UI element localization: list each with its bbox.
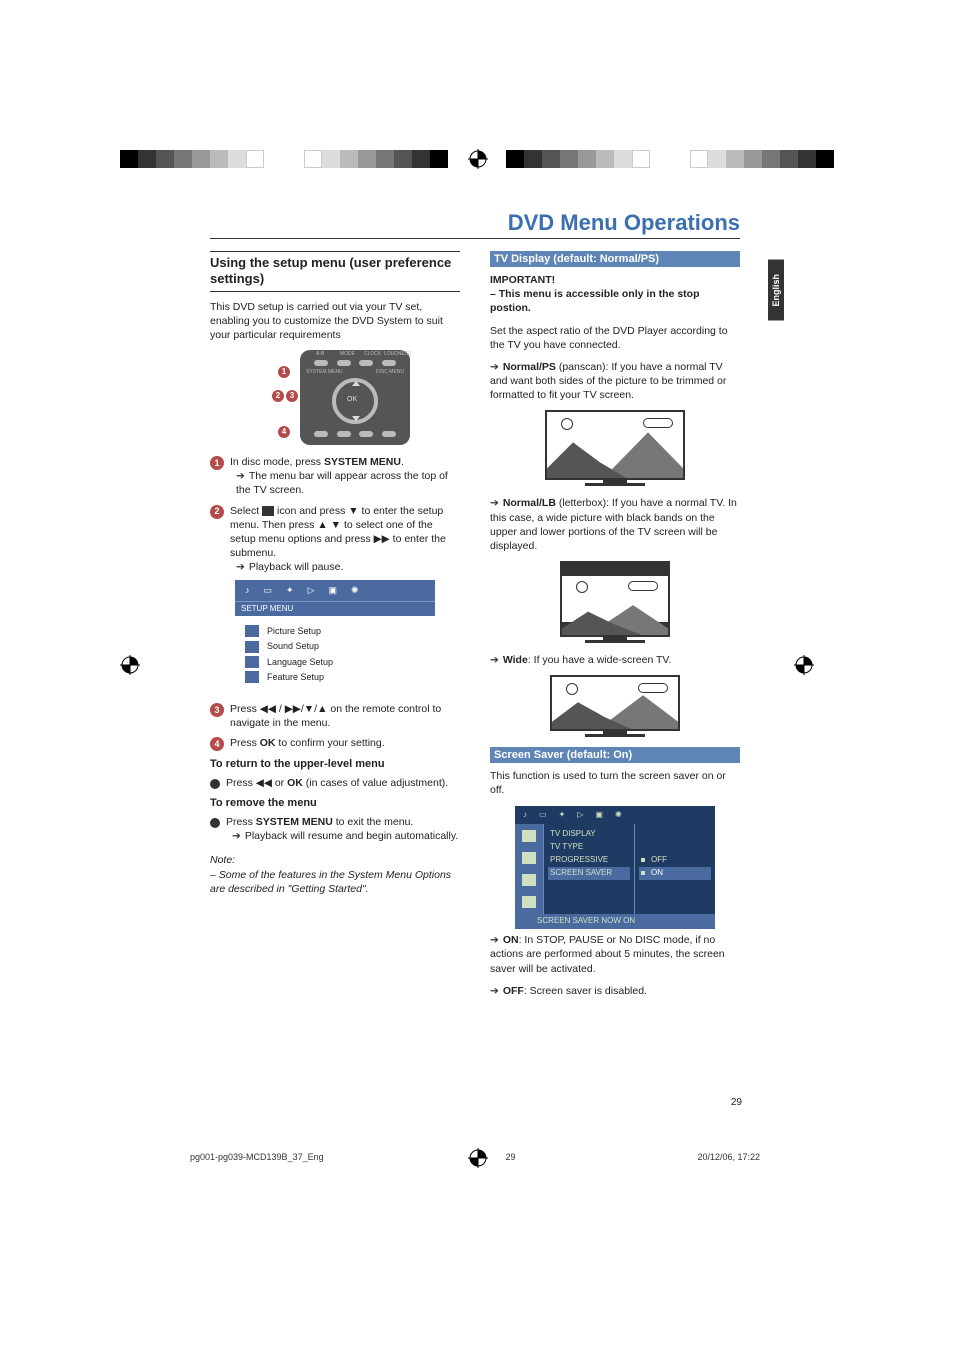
gear-icon: ✺ [351,584,359,596]
registration-mark-icon [794,655,814,675]
return-step: Press ◀◀ or OK (in cases of value adjust… [210,776,460,790]
cc-icon: ▣ [328,584,337,596]
picture-icon [245,625,259,637]
ss-intro: This function is used to turn the screen… [490,769,740,797]
tv-figure-panscan [545,410,685,486]
setup-inline-icon [262,506,274,516]
play-icon: ▷ [577,810,583,821]
important-label: IMPORTANT! [490,274,555,286]
tv-figure-letterbox [560,561,670,643]
footer: pg001-pg039-MCD139B_37_Eng 29 20/12/06, … [190,1152,760,1162]
registration-mark-icon [120,655,140,675]
intro-text: This DVD setup is carried out via your T… [210,300,460,343]
aspect-intro: Set the aspect ratio of the DVD Player a… [490,324,740,352]
cc-icon: ▣ [595,810,603,821]
tv-display-heading: TV Display (default: Normal/PS) [490,251,740,267]
gear-icon: ✺ [615,810,622,821]
note-label: Note: [210,853,460,867]
language-tab: English [768,260,784,321]
remove-heading: To remove the menu [210,796,460,811]
wide-text: Wide: If you have a wide-screen TV. [490,653,740,667]
eq-icon: ♪ [523,810,527,821]
language-icon [245,656,259,668]
feature-icon [245,671,259,683]
osd-figure: ♪ ▭ ✦ ▷ ▣ ✺ TV DISPLAY TV TYPE PROGRESSI… [515,806,715,930]
screen-icon: ▭ [264,584,273,596]
remove-step: Press SYSTEM MENU to exit the menu. Play… [210,815,460,843]
screen-icon: ▭ [539,810,547,821]
step-2: 2 Select icon and press ▼ to enter the s… [210,504,460,575]
play-icon: ▷ [308,584,315,596]
ss-off-text: OFF: Screen saver is disabled. [490,984,740,998]
step-3: 3 Press ◀◀ / ▶▶/▼/▲ on the remote contro… [210,702,460,730]
eq-icon: ♪ [245,584,250,596]
page-title: DVD Menu Operations [210,210,740,236]
tv-figure-wide [550,675,680,737]
section-heading-setup: Using the setup menu (user preference se… [210,251,460,292]
page-number: 29 [731,1097,742,1108]
step-4: 4 Press OK to confirm your setting. [210,736,460,751]
sound-icon [245,641,259,653]
screen-saver-heading: Screen Saver (default: On) [490,747,740,763]
step-1: 1 In disc mode, press SYSTEM MENU. The m… [210,455,460,498]
normal-lb-text: Normal/LB (letterbox): If you have a nor… [490,496,740,553]
remote-control-figure: 1 2 3 4 A-B MODE CLOCK LOUDNESS SYSTEM M… [250,350,420,445]
setup-menu-figure: ♪ ▭ ✦ ▷ ▣ ✺ SETUP MENU Picture Setup Sou… [235,580,435,692]
important-body: – This menu is accessible only in the st… [490,288,699,314]
normal-ps-text: Normal/PS (panscan): If you have a norma… [490,360,740,403]
ss-on-text: ON: In STOP, PAUSE or No DISC mode, if n… [490,933,740,976]
note-body: – Some of the features in the System Men… [210,868,460,896]
return-heading: To return to the upper-level menu [210,757,460,772]
registration-mark-icon [468,149,488,169]
mic-icon: ✦ [286,584,294,596]
mic-icon: ✦ [559,810,566,821]
